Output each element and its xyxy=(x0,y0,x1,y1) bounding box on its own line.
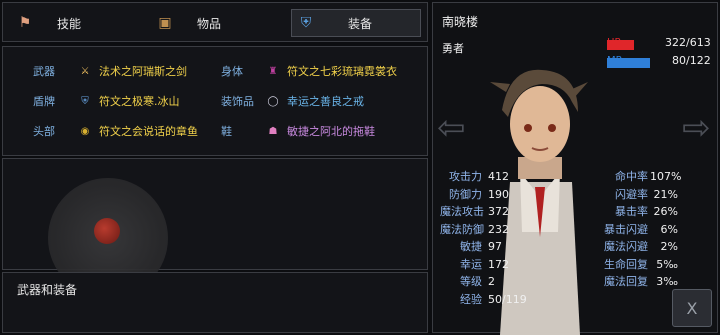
helmet-icon: ◉ xyxy=(80,125,90,137)
stat-row: 经验 50/119 xyxy=(440,291,527,307)
equip-name: 幸运之善良之戒 xyxy=(287,95,364,108)
stat-label: 攻击力 xyxy=(449,170,482,183)
stat-value: 26% xyxy=(653,205,678,218)
prev-hero-arrow-icon[interactable]: ⇦ xyxy=(437,108,466,148)
stat-label: 生命回复 xyxy=(604,257,648,271)
stat-row: 暴击率 26% xyxy=(598,203,678,219)
stat-row: 幸运 172 xyxy=(440,256,509,272)
stat-value: 5‰ xyxy=(656,257,678,271)
mp-bar xyxy=(607,58,650,68)
slot-label: 装饰品 xyxy=(221,95,254,108)
slot-label: 头部 xyxy=(33,125,55,138)
equipment-panel: 武器 ⚔ 法术之阿瑞斯之剑 盾牌 ⛨ 符文之极寒.冰山 头部 ◉ 符文之会说话的… xyxy=(2,46,428,156)
ring-icon: ◯ xyxy=(267,95,279,107)
stat-label: 经验 xyxy=(460,292,482,306)
tab-skills-label: 技能 xyxy=(57,16,82,31)
chest-icon: ▣ xyxy=(158,15,172,31)
stat-label: 暴击率 xyxy=(615,205,648,218)
stat-label: 幸运 xyxy=(460,257,482,271)
stat-row: 魔法防御 232 xyxy=(440,221,509,237)
stat-row: 魔法回复 3‰ xyxy=(598,273,678,289)
stat-label: 魔法攻击 xyxy=(440,205,484,218)
equip-slot-head[interactable]: 头部 ◉ 符文之会说话的章鱼 xyxy=(33,121,198,141)
close-icon: X xyxy=(686,298,698,318)
stat-value: 21% xyxy=(653,187,678,201)
flag-icon: ⚑ xyxy=(18,15,32,31)
stat-label: 等级 xyxy=(460,275,482,288)
description-panel: 武器和装备 xyxy=(2,272,428,333)
tab-skills[interactable]: ⚑ 技能 xyxy=(15,9,81,37)
stat-label: 魔法回复 xyxy=(604,275,648,288)
stat-row: 命中率 107% xyxy=(598,168,682,184)
stat-row: 暴击闪避 6% xyxy=(598,221,678,237)
tab-bar: ⚑ 技能 ▣ 物品 ⛨ 装备 xyxy=(2,2,428,42)
equip-slot-accessory[interactable]: 装饰品 ◯ 幸运之善良之戒 xyxy=(221,91,364,111)
stat-label: 防御力 xyxy=(449,187,482,201)
stat-row: 魔法闪避 2% xyxy=(598,238,678,254)
stat-row: 攻击力 412 xyxy=(440,168,509,184)
stat-value: 2% xyxy=(660,240,678,253)
stat-label: 魔法闪避 xyxy=(604,240,648,253)
next-hero-arrow-icon[interactable]: ⇨ xyxy=(682,108,711,148)
stat-value: 412 xyxy=(488,170,509,183)
equip-slot-shield[interactable]: 盾牌 ⛨ 符文之极寒.冰山 xyxy=(33,91,180,111)
stat-row: 等级 2 xyxy=(440,273,495,289)
stat-value: 3‰ xyxy=(656,275,678,288)
hero-name: 南晓楼 xyxy=(442,15,479,29)
stat-value: 2 xyxy=(488,275,495,288)
slot-label: 身体 xyxy=(221,65,243,78)
stat-value: 97 xyxy=(488,240,502,253)
slot-label: 鞋 xyxy=(221,125,232,138)
hero-class: 勇者 xyxy=(442,42,464,55)
tab-equipment-label: 装备 xyxy=(348,16,373,31)
stat-value: 6% xyxy=(660,222,678,236)
stat-value: 50/119 xyxy=(488,292,527,306)
stat-row: 防御力 190 xyxy=(440,186,509,202)
equip-slot-shoes[interactable]: 鞋 ☗ 敏捷之阿北的拖鞋 xyxy=(221,121,375,141)
stat-row: 魔法攻击 372 xyxy=(440,203,509,219)
armor-icon: ♜ xyxy=(268,65,278,77)
shield-icon: ⛨ xyxy=(300,15,312,31)
tab-items[interactable]: ▣ 物品 xyxy=(155,9,221,37)
shield-item-icon: ⛨ xyxy=(81,95,89,107)
stat-label: 命中率 xyxy=(615,170,648,183)
stat-value: 107% xyxy=(650,170,682,183)
tab-equipment[interactable]: ⛨ 装备 xyxy=(291,9,421,37)
sword-icon: ⚔ xyxy=(80,65,90,77)
equip-slot-body[interactable]: 身体 ♜ 符文之七彩琉璃霓裳衣 xyxy=(221,61,397,81)
hp-bar xyxy=(607,40,635,50)
close-button[interactable]: X xyxy=(672,289,712,327)
description-text: 武器和装备 xyxy=(17,283,78,297)
stat-value: 190 xyxy=(488,187,509,201)
equip-name: 法术之阿瑞斯之剑 xyxy=(99,65,187,78)
mp-value: 80/122 xyxy=(672,54,711,67)
joystick-knob[interactable] xyxy=(94,218,120,244)
stat-row: 敏捷 97 xyxy=(440,238,502,254)
equip-name: 符文之极寒.冰山 xyxy=(99,95,180,108)
equip-name: 符文之七彩琉璃霓裳衣 xyxy=(287,65,397,78)
stat-row: 生命回复 5‰ xyxy=(598,256,678,272)
equip-slot-weapon[interactable]: 武器 ⚔ 法术之阿瑞斯之剑 xyxy=(33,61,187,81)
slot-label: 武器 xyxy=(33,65,55,78)
stat-label: 闪避率 xyxy=(615,187,648,201)
stat-row: 闪避率 21% xyxy=(598,186,678,202)
tab-items-label: 物品 xyxy=(197,16,222,31)
stat-value: 172 xyxy=(488,257,509,271)
stat-label: 暴击闪避 xyxy=(604,222,648,236)
stat-value: 372 xyxy=(488,205,509,218)
slot-label: 盾牌 xyxy=(33,95,55,108)
equip-name: 符文之会说话的章鱼 xyxy=(99,125,198,138)
hp-value: 322/613 xyxy=(665,36,711,49)
slippers-icon: ☗ xyxy=(268,125,278,137)
stat-value: 232 xyxy=(488,222,509,236)
equip-name: 敏捷之阿北的拖鞋 xyxy=(287,125,375,138)
stat-label: 敏捷 xyxy=(460,240,482,253)
stat-label: 魔法防御 xyxy=(440,222,484,236)
